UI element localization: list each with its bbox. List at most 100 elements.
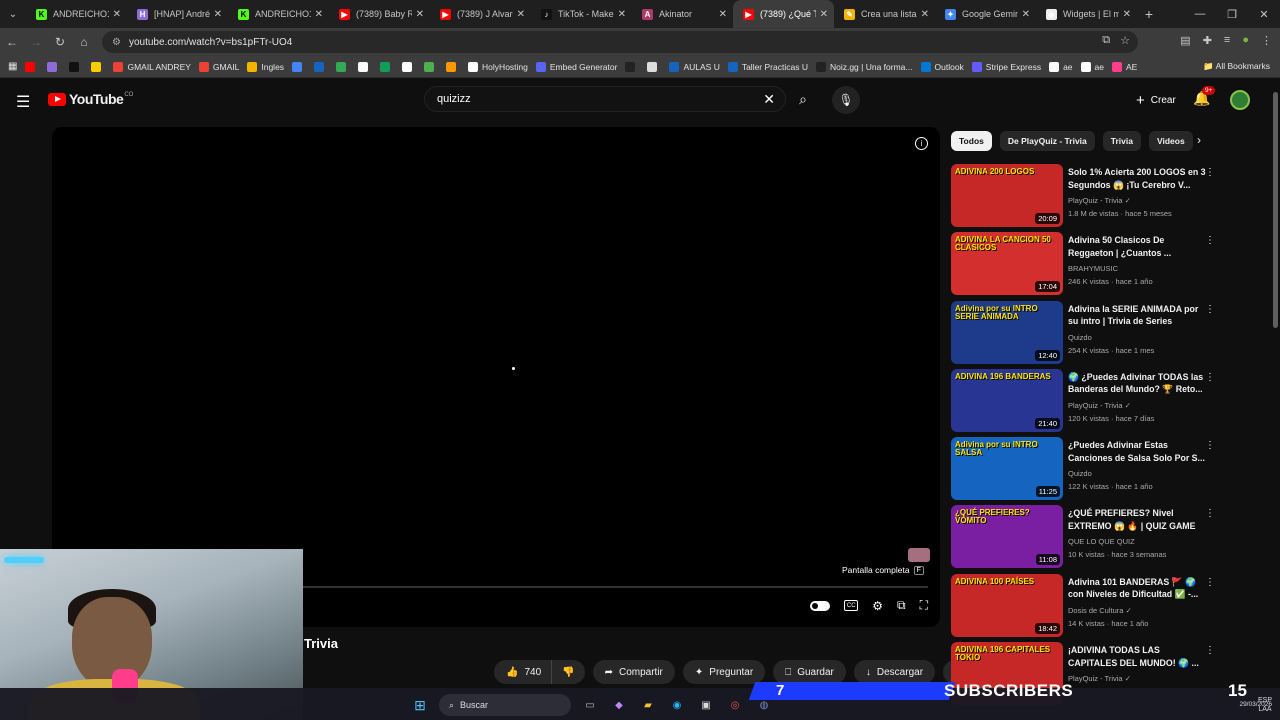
hamburger-menu-icon[interactable]: ☰ [16,92,30,112]
filter-chip[interactable]: Trivia [1102,131,1141,151]
browser-tab[interactable]: ▶ (7389) Baby Ra ✕ [329,0,430,28]
chips-next-arrow-icon[interactable]: › [1197,133,1201,147]
page-scrollbar[interactable] [1271,78,1280,720]
more-options-icon[interactable]: ⋮ [1205,235,1215,246]
recommended-video[interactable]: ADIVINA 100 PAÍSES 18:42 Adivina 101 BAN… [951,573,1221,642]
media-icon[interactable]: ≡ [1224,34,1230,47]
video-thumbnail[interactable]: ADIVINA 200 LOGOS 20:09 [951,164,1063,227]
recommended-title[interactable]: ¡ADIVINA TODAS LAS CAPITALES DEL MUNDO! … [1068,644,1208,670]
fullscreen-icon[interactable]: ⛶ [920,598,928,613]
filter-chip[interactable]: Videos [1148,131,1193,151]
forward-arrow-icon[interactable]: → [24,28,48,56]
search-input[interactable]: quizizz ✕ [424,86,786,112]
bookmark-item[interactable] [47,61,61,72]
more-options-icon[interactable]: ⋮ [1205,645,1215,656]
youtube-logo[interactable]: YouTube CO [48,91,133,107]
close-tab-icon[interactable]: ✕ [820,9,828,20]
browser-tab[interactable]: K ANDREICHO10 ✕ [26,0,127,28]
channel-name[interactable]: QUE LO QUE QUIZ [1068,537,1208,546]
bookmark-item[interactable]: HolyHosting [468,61,528,72]
windows-start-icon[interactable]: ⊞ [410,695,430,715]
apps-grid-icon[interactable]: ▦ [8,61,17,72]
profile-icon[interactable]: ● [1242,34,1249,47]
bookmark-item[interactable]: Embed Generator [535,61,617,72]
close-tab-icon[interactable]: ✕ [214,9,222,20]
recommended-title[interactable]: Solo 1% Acierta 200 LOGOS en 3 Segundos … [1068,166,1208,192]
channel-name[interactable]: Quizdo [1068,333,1208,342]
share-button[interactable]: ➦ Compartir [592,660,675,684]
bookmark-item[interactable] [336,61,350,72]
restore-icon[interactable]: ❐ [1216,0,1248,28]
bookmark-item[interactable]: Noiz.gg | Una forma... [815,61,913,72]
store-icon[interactable]: ▣ [696,695,716,715]
task-view-icon[interactable]: ▭ [580,695,600,715]
bookmark-item[interactable] [402,61,416,72]
bookmark-item[interactable]: Ingles [247,61,284,72]
recommended-video[interactable]: ADIVINA LA CANCION 50 CLASICOS 17:04 Adi… [951,232,1221,300]
bookmark-item[interactable]: AE [1112,61,1137,72]
settings-gear-icon[interactable]: ⚙ [872,599,883,613]
bookmark-item[interactable] [647,61,661,72]
recommended-title[interactable]: 🌍 ¿Puedes Adivinar TODAS las Banderas de… [1068,371,1208,397]
all-bookmarks-button[interactable]: 📁 All Bookmarks [1203,61,1270,72]
browser-tab[interactable]: ▶ (7389) ¿Qué Te ✕ [733,0,834,28]
video-thumbnail[interactable]: Adivina por su INTRO SERIE ANIMADA 12:40 [951,300,1063,364]
filter-chip[interactable]: Todos [951,131,992,151]
create-button[interactable]: + Crear [1126,88,1186,112]
info-icon[interactable]: i [915,137,928,150]
video-thumbnail[interactable]: ADIVINA LA CANCION 50 CLASICOS 17:04 [951,232,1063,296]
more-options-icon[interactable]: ⋮ [1205,167,1215,178]
bookmark-item[interactable] [69,61,83,72]
scrollbar-thumb[interactable] [1273,92,1278,328]
like-button[interactable]: 👍 740 [494,660,552,684]
minimize-icon[interactable]: — [1184,0,1216,28]
browser-tab[interactable]: ✦ Google Gemini ✕ [935,0,1036,28]
recommended-title[interactable]: ¿Puedes Adivinar Estas Canciones de Sals… [1068,439,1208,465]
browser-tab[interactable]: K ANDREICHO10 ✕ [228,0,329,28]
recommended-title[interactable]: Adivina 50 Clasicos De Reggaeton | ¿Cuan… [1068,234,1208,260]
more-options-icon[interactable]: ⋮ [1205,372,1215,383]
browser-tab[interactable]: ✎ Crea una lista ✕ [834,0,935,28]
filter-chip[interactable]: De PlayQuiz - Trivia [999,131,1095,151]
bookmark-item[interactable]: ae [1049,61,1073,72]
address-bar[interactable]: ⚙ youtube.com/watch?v=bs1pFTr-UO4 ⧉ ☆ [102,31,1138,53]
install-app-icon[interactable]: ⧉ [1102,34,1110,47]
channel-name[interactable]: BRAHYMUSIC [1068,264,1208,273]
chrome-icon[interactable]: ◎ [725,695,745,715]
dislike-button[interactable]: 👎 [551,660,585,684]
bookmark-item[interactable] [380,61,394,72]
recommended-title[interactable]: ¿QUÉ PREFIERES? Nivel EXTREMO 😱 🔥 | QUIZ… [1068,507,1208,533]
reading-list-icon[interactable]: ▤ [1180,34,1190,47]
video-thumbnail[interactable]: ADIVINA 196 BANDERAS 21:40 [951,368,1063,432]
more-options-icon[interactable]: ⋮ [1205,440,1215,451]
channel-watermark[interactable] [908,548,930,562]
close-tab-icon[interactable]: ✕ [921,9,929,20]
extensions-icon[interactable]: ✚ [1203,34,1212,47]
bookmark-item[interactable]: AULAS U [669,61,720,72]
site-info-icon[interactable]: ⚙ [112,37,121,48]
channel-name[interactable]: Quizdo [1068,469,1208,478]
close-tab-icon[interactable]: ✕ [416,9,424,20]
more-options-icon[interactable]: ⋮ [1205,577,1215,588]
bookmark-item[interactable]: Stripe Express [971,61,1041,72]
bookmark-star-icon[interactable]: ☆ [1120,34,1130,47]
subtitles-icon[interactable]: CC [844,600,859,611]
file-explorer-icon[interactable]: ▰ [638,695,658,715]
browser-tab[interactable]: ♪ TikTok - Make ✕ [531,0,632,28]
bookmark-item[interactable]: GMAIL [198,61,239,72]
bookmark-item[interactable] [292,61,306,72]
browser-tab[interactable]: ▶ (7389) J Alvare ✕ [430,0,531,28]
bookmark-item[interactable] [25,61,39,72]
bookmark-item[interactable]: Outlook [920,61,964,72]
recommended-video[interactable]: ¿QUÉ PREFIERES? VÓMITO 11:08 ¿QUÉ PREFIE… [951,505,1221,573]
recommended-video[interactable]: ADIVINA 196 BANDERAS 21:40 🌍 ¿Puedes Adi… [951,368,1221,437]
edge-icon[interactable]: ◉ [667,695,687,715]
channel-name[interactable]: PlayQuiz - Trivia ✓ [1068,401,1208,410]
more-options-icon[interactable]: ⋮ [1205,508,1215,519]
bookmark-item[interactable]: GMAIL ANDREY [113,61,191,72]
recommended-title[interactable]: Adivina la SERIE ANIMADA por su intro | … [1068,303,1208,329]
close-window-icon[interactable]: ✕ [1248,0,1280,28]
miniplayer-icon[interactable]: ⧉ [897,598,906,613]
browser-menu-icon[interactable]: ⋮ [1261,34,1272,47]
bookmark-item[interactable] [91,61,105,72]
